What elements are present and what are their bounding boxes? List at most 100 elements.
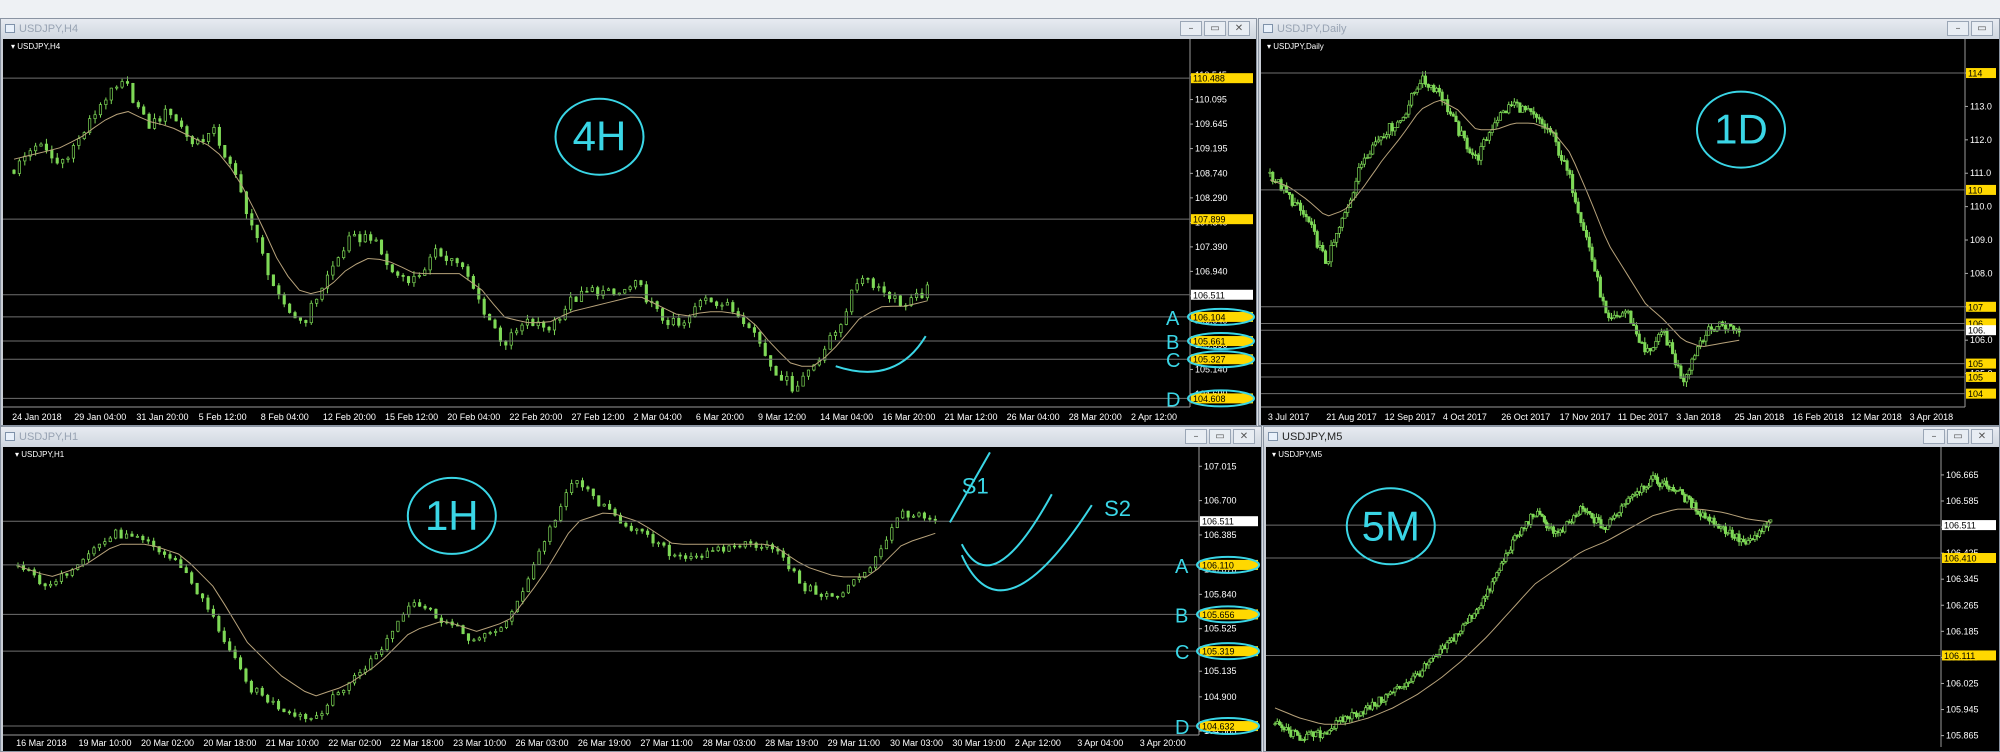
maximize-button[interactable]: ▭ — [1204, 21, 1226, 36]
maximize-button[interactable]: ▭ — [1971, 21, 1993, 36]
candle — [1365, 154, 1369, 160]
candle — [271, 697, 275, 705]
candle — [266, 253, 270, 280]
close-button[interactable]: ✕ — [1971, 429, 1993, 444]
candle — [711, 547, 715, 552]
candle — [1382, 132, 1386, 139]
candle — [531, 317, 535, 327]
candle — [661, 307, 665, 324]
candle — [1565, 158, 1569, 176]
candle — [1321, 242, 1325, 253]
candle — [879, 544, 883, 560]
candle — [1373, 136, 1378, 147]
window-titlebar[interactable]: USDJPY,H1 – ▭ ✕ — [1, 427, 1261, 447]
candle — [401, 612, 405, 622]
h1-chart-canvas[interactable]: ▾ USDJPY,H1107.015106.700106.385106.0701… — [3, 447, 1261, 751]
level-price-label: 114 — [1968, 69, 1982, 79]
candle — [17, 158, 21, 177]
candle — [471, 274, 475, 290]
window-titlebar[interactable]: USDJPY,M5 – ▭ ✕ — [1264, 427, 1999, 447]
candle — [586, 485, 590, 492]
maximize-button[interactable]: ▭ — [1947, 429, 1969, 444]
candle — [1354, 710, 1359, 719]
y-tick-label: 111.0 — [1970, 168, 1991, 178]
minimize-button[interactable]: – — [1947, 21, 1969, 36]
x-tick-label: 9 Mar 12:00 — [758, 412, 806, 422]
window-titlebar[interactable]: USDJPY,H4 – ▭ ✕ — [1, 19, 1256, 39]
x-tick-label: 8 Feb 04:00 — [261, 412, 309, 422]
candle — [602, 503, 606, 507]
candle — [325, 703, 329, 716]
candle — [493, 318, 497, 329]
candle — [628, 285, 632, 292]
candle — [613, 507, 617, 517]
candle — [379, 239, 384, 256]
candle — [298, 712, 302, 721]
candle — [304, 712, 308, 723]
candle — [758, 331, 762, 347]
level-price-label: 105.656 — [1202, 610, 1235, 620]
candle — [526, 576, 530, 593]
level-letter-annotation: B — [1166, 332, 1179, 354]
chart-window-m5[interactable]: USDJPY,M5 – ▭ ✕ ▾ USDJPY,M5 106.665 106.585 1… — [1263, 426, 2000, 752]
candle — [1757, 528, 1761, 539]
candle — [1276, 179, 1280, 183]
candle — [1634, 322, 1639, 337]
x-tick-label: 6 Mar 20:00 — [696, 412, 744, 422]
y-tick-label: 106.0 — [1970, 335, 1993, 345]
x-tick-label: 26 Mar 04:00 — [1007, 412, 1060, 422]
candle — [1715, 325, 1719, 333]
candle — [315, 298, 319, 307]
chart-window-daily[interactable]: USDJPY,Daily –▭ ▾ USDJPY,Daily114.0113.0… — [1258, 18, 2000, 426]
candle — [1290, 193, 1294, 208]
h4-chart-canvas[interactable]: ▾ USDJPY,H4110.545110.095109.645109.1951… — [3, 39, 1256, 425]
candle — [781, 547, 785, 561]
chart-window-h4[interactable]: USDJPY,H4 –▭✕ ▾ USDJPY,H4110.545110.0951… — [0, 18, 1257, 426]
candle — [814, 582, 818, 595]
candle — [1393, 127, 1397, 136]
candle — [65, 572, 69, 579]
candle — [1404, 112, 1408, 120]
candle — [1493, 117, 1497, 130]
candle — [1393, 687, 1397, 697]
candle — [1712, 515, 1716, 528]
candle — [125, 530, 129, 539]
candle — [725, 298, 729, 306]
chart-window-h1[interactable]: USDJPY,H1 – ▭ ✕ ▾ USDJPY,H1 107.015 106.700 1… — [0, 426, 1262, 752]
close-button[interactable]: ✕ — [1233, 429, 1255, 444]
m5-chart-canvas[interactable]: ▾ USDJPY,M5106.665106.585106.505106.4251… — [1266, 447, 1999, 751]
plot-area — [1273, 471, 1773, 743]
y-tick-label: 106.345 — [1946, 574, 1979, 584]
x-tick-label: 19 Mar 10:00 — [79, 738, 132, 748]
candle — [623, 288, 627, 294]
candle — [1657, 332, 1661, 345]
candle — [444, 250, 448, 266]
candle — [1576, 197, 1580, 215]
x-tick-label: 28 Mar 03:00 — [703, 738, 756, 748]
candle — [119, 527, 123, 539]
window-title: USDJPY,Daily — [1277, 23, 1347, 35]
candle — [1632, 317, 1636, 326]
y-tick-label: 108.740 — [1195, 168, 1228, 178]
minimize-button[interactable]: – — [1180, 21, 1202, 36]
minimize-button[interactable]: – — [1923, 429, 1945, 444]
x-tick-label: 20 Feb 04:00 — [447, 412, 500, 422]
y-tick-label: 105.945 — [1946, 705, 1979, 715]
candle — [1684, 373, 1688, 387]
y-tick-label: 106.185 — [1946, 626, 1979, 636]
candle — [850, 289, 854, 315]
window-titlebar[interactable]: USDJPY,Daily – ▭ — [1259, 19, 1999, 39]
candle — [1332, 239, 1336, 247]
candle — [823, 345, 827, 364]
close-button[interactable]: ✕ — [1228, 21, 1250, 36]
daily-chart-canvas[interactable]: ▾ USDJPY,Daily114.0113.0112.0111.0110.01… — [1261, 39, 1999, 425]
levels: 114110107106106.105105104 — [1261, 68, 1996, 399]
candle — [261, 234, 265, 256]
maximize-button[interactable]: ▭ — [1209, 429, 1231, 444]
candle — [917, 511, 921, 518]
candle — [200, 593, 205, 602]
candle — [868, 566, 872, 573]
minimize-button[interactable]: – — [1185, 429, 1207, 444]
candle — [1534, 112, 1539, 123]
candle — [499, 626, 503, 632]
